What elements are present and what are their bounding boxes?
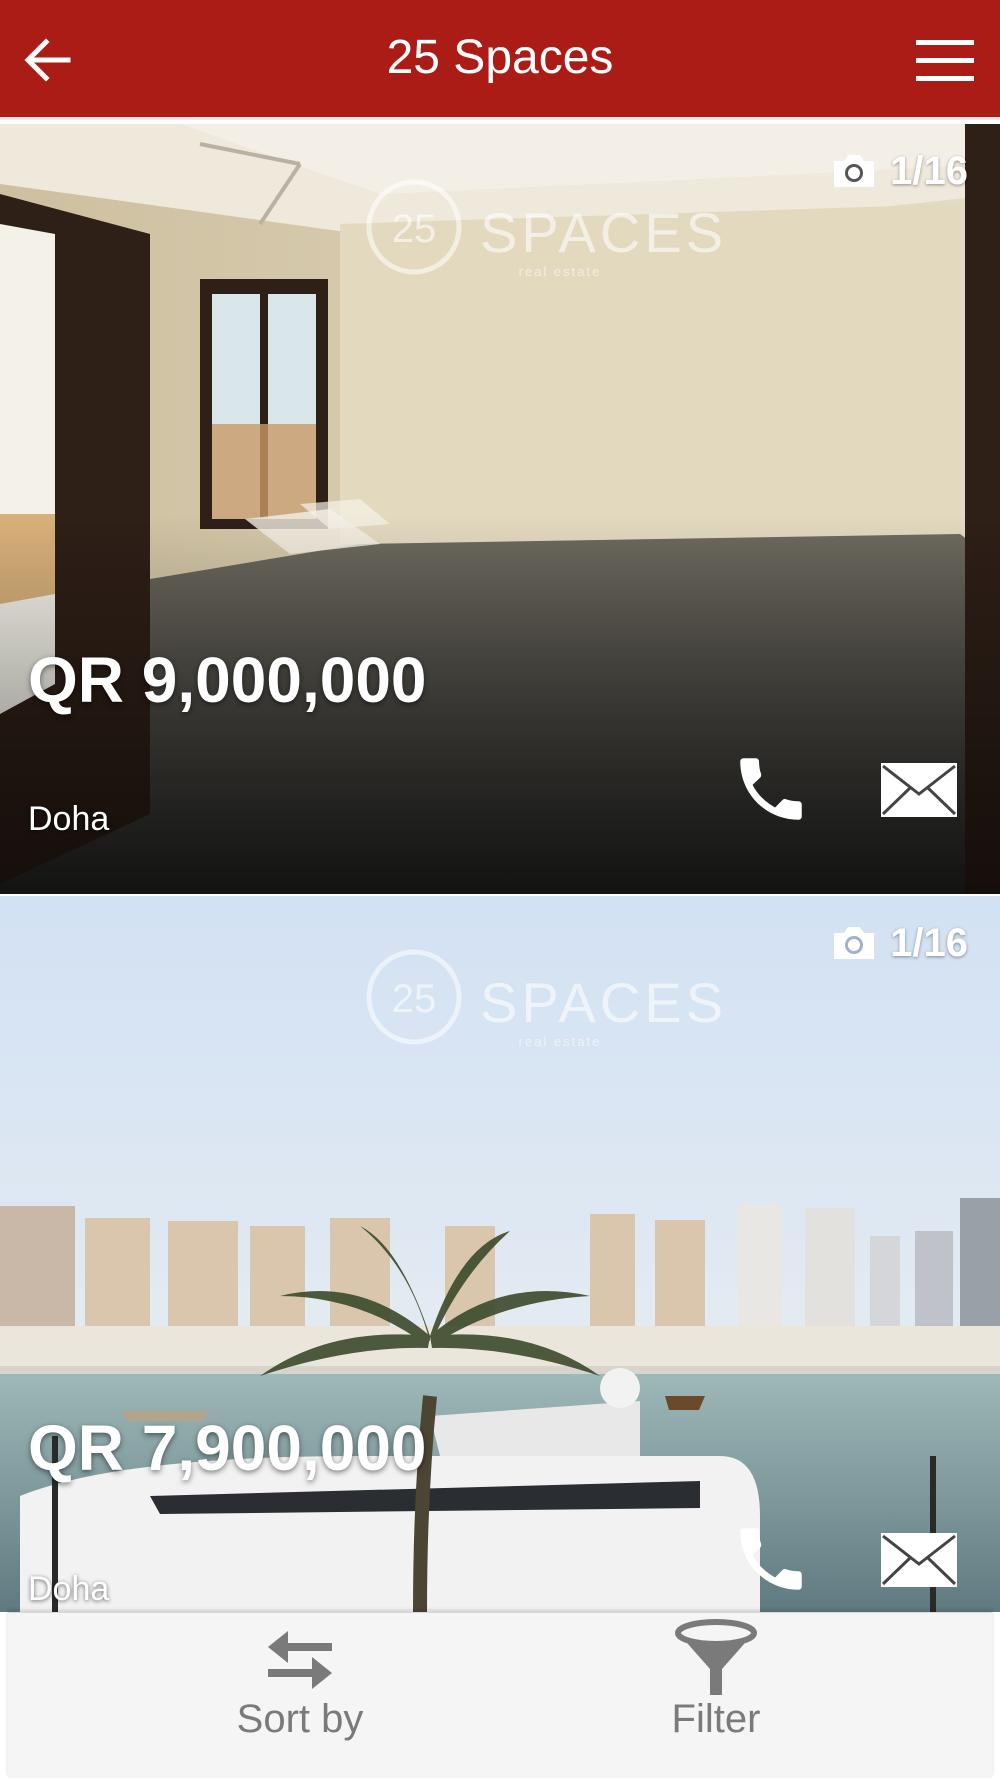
listing-photo[interactable]: 25 SPACES real estate [0, 896, 1000, 1612]
listing-price: QR 7,900,000 [28, 1412, 427, 1484]
mail-icon[interactable] [880, 762, 958, 818]
listing-location: Doha [28, 1570, 110, 1608]
filter-label: Filter [671, 1697, 761, 1741]
watermark-subtext: real estate [519, 264, 602, 279]
listing-price: QR 9,000,000 [28, 644, 427, 716]
sort-by-label: Sort by [236, 1697, 364, 1741]
phone-icon[interactable] [730, 1518, 812, 1600]
camera-icon [834, 155, 875, 187]
page-title: 25 Spaces [386, 31, 614, 84]
phone-icon[interactable] [730, 748, 812, 830]
sort-by-button[interactable]: Sort by [150, 1613, 450, 1779]
listing-card[interactable]: 25 SPACES real estate 1/16 QR 9,000,000 … [0, 124, 1000, 894]
filter-button[interactable]: Filter [566, 1613, 866, 1779]
app-header: 25 Spaces [0, 0, 1000, 120]
photo-count: 1/16 [890, 148, 968, 193]
sort-arrows-icon [268, 1631, 332, 1689]
funnel-icon [675, 1619, 757, 1695]
listing-location: Doha [28, 800, 110, 838]
watermark-text: SPACES [480, 201, 727, 264]
mail-icon[interactable] [880, 1532, 958, 1588]
watermark-subtext: real estate [519, 1034, 602, 1049]
camera-icon [834, 927, 875, 959]
photo-counter: 1/16 [830, 918, 968, 968]
bottom-action-bar: Sort by Filter [8, 1612, 992, 1778]
hamburger-menu-icon[interactable] [916, 38, 974, 84]
listing-card[interactable]: 25 SPACES real estate 1/16 QR 7,900,000 … [0, 896, 1000, 1612]
watermark-text: SPACES [480, 971, 727, 1034]
photo-counter: 1/16 [830, 146, 968, 196]
watermark-number: 25 [392, 977, 437, 1021]
photo-count: 1/16 [890, 920, 968, 965]
watermark-number: 25 [392, 207, 437, 251]
